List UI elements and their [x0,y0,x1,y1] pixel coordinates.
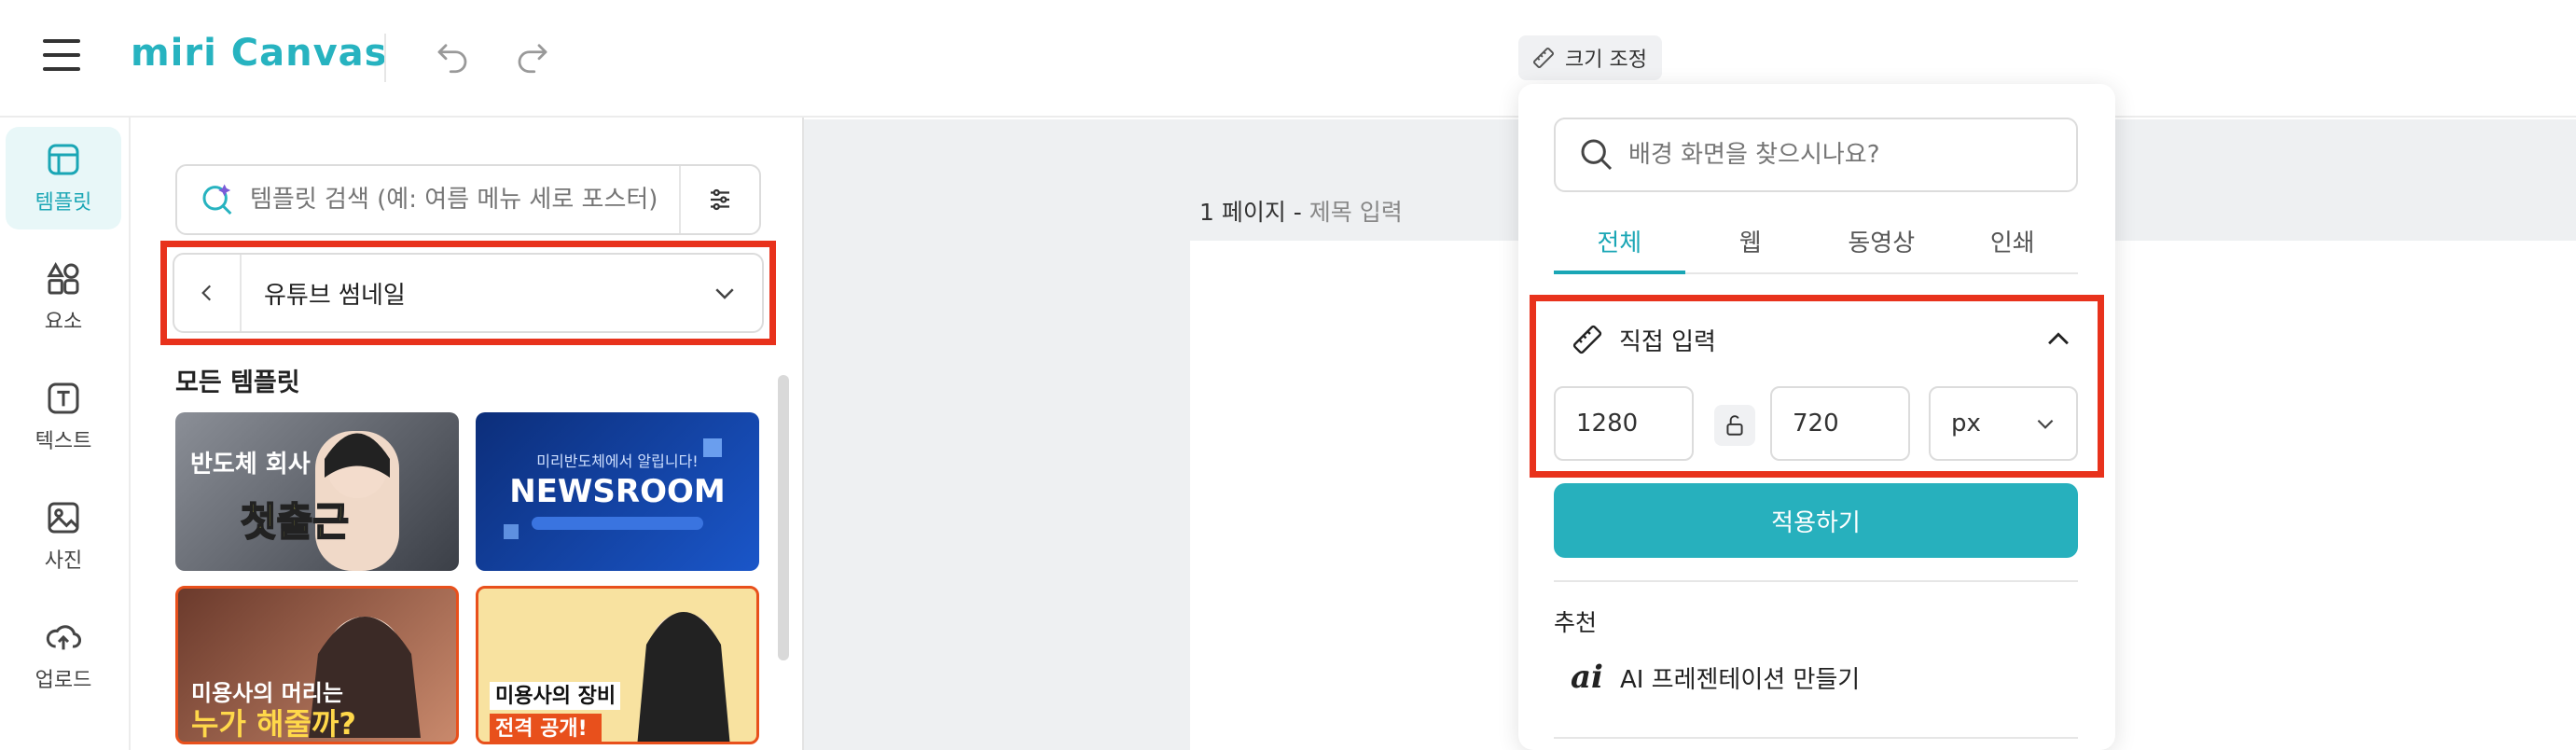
divider [1554,580,2078,582]
photo-icon [48,502,79,534]
background-search[interactable] [1554,118,2078,192]
thumbnail-art: 미용사의 머리는 누가 해줄까? [191,617,421,742]
ruler-icon [1532,47,1555,69]
template-icon [48,144,79,175]
tab-all[interactable]: 전체 [1554,220,1685,274]
divider [384,34,386,82]
template-search-input[interactable] [250,186,660,214]
height-input[interactable]: 720 [1770,386,1910,461]
text-icon [48,382,79,414]
back-button[interactable] [174,255,242,331]
ai-presentation-label: AI 프레젠테이션 만들기 [1619,665,1861,694]
divider [1554,737,2078,739]
thumbnail-text: 미용사의 머리는 [191,680,343,706]
aspect-lock-button[interactable] [1714,405,1755,446]
top-bar: miri Canvas 크기 조정 [0,0,2576,118]
chevron-left-icon [201,285,212,301]
thumbnail-art: 미용사의 장비 전격 공개! [490,612,730,742]
filter-button[interactable] [679,166,759,233]
ruler-icon [1572,325,1602,354]
redo-icon[interactable] [513,37,552,76]
rail-item-text[interactable]: 텍스트 [6,366,121,468]
apply-button[interactable]: 적용하기 [1554,483,2078,558]
hamburger-menu-icon[interactable] [43,39,80,73]
rail-label: 템플릿 [35,191,92,215]
direct-input-header[interactable]: 직접 입력 [1571,313,2074,366]
recommended-title: 추천 [1554,609,1598,636]
search-icon [1581,139,1613,171]
template-thumbnail[interactable]: 미용사의 머리는 누가 해줄까? [175,586,459,744]
tab-print[interactable]: 인쇄 [1947,220,2079,272]
rail-label: 사진 [44,549,83,573]
page-title-input[interactable]: 제목 입력 [1309,199,1403,226]
thumbnail-text: 누가 해줄까? [191,706,356,742]
ai-icon: ai [1571,659,1603,696]
unit-select[interactable]: px [1929,386,2078,461]
filter-icon [711,188,729,211]
template-thumbnail[interactable]: 미용사의 장비 전격 공개! [476,586,759,744]
thumbnail-text: NEWSROOM [509,473,726,510]
category-select[interactable]: 유튜브 썸네일 [173,253,764,333]
app-logo[interactable]: miri Canvas [131,32,387,75]
category-label: 유튜브 썸네일 [264,281,406,310]
chevron-down-icon [687,279,762,307]
panel-scrollbar[interactable] [778,375,789,660]
thumbnail-text: 미리반도체에서 알립니다! [536,452,698,470]
thumbnail-text: 전격 공개! [495,717,588,741]
unit-value: px [1951,410,1981,438]
left-rail: 템플릿 요소 텍스트 사진 업로드 [0,118,131,750]
direct-input-label: 직접 입력 [1619,327,1716,356]
thumbnail-text: 첫출근 [241,499,349,545]
background-search-input[interactable] [1628,141,2057,169]
upload-icon [46,625,81,650]
page-number: 1 페이지 - [1199,199,1309,226]
rail-item-upload[interactable]: 업로드 [6,604,121,707]
resize-label: 크기 조정 [1565,49,1647,72]
ai-search-icon [202,184,232,215]
undo-icon[interactable] [433,37,472,76]
unlock-icon [1726,415,1743,436]
section-title: 모든 템플릿 [175,368,300,397]
resize-popup: 전체 웹 동영상 인쇄 직접 입력 1280 720 px 적용하기 추천 ai… [1518,84,2115,750]
chevron-down-icon [2037,419,2054,429]
thumbnail-text: 미용사의 장비 [495,685,616,708]
rail-label: 텍스트 [35,430,92,453]
category-highlight: 유튜브 썸네일 [160,241,776,345]
rail-label: 요소 [44,311,83,334]
template-thumbnail[interactable]: 반도체 회사 첫출근 [175,412,459,571]
template-panel: 유튜브 썸네일 모든 템플릿 반도체 회사 첫출근 미리반도체에서 알립니다! … [132,118,804,750]
tab-web[interactable]: 웹 [1685,220,1817,272]
tab-video[interactable]: 동영상 [1816,220,1947,272]
thumbnail-text: 반도체 회사 [190,451,311,479]
size-tabs: 전체 웹 동영상 인쇄 [1554,220,2078,274]
rail-item-elements[interactable]: 요소 [6,246,121,349]
template-thumbnail[interactable]: 미리반도체에서 알립니다! NEWSROOM [476,412,759,571]
rail-item-template[interactable]: 템플릿 [6,127,121,229]
width-input[interactable]: 1280 [1554,386,1694,461]
rail-item-photo[interactable]: 사진 [6,485,121,588]
rail-label: 업로드 [35,669,92,692]
page-label[interactable]: 1 페이지 - 제목 입력 [1199,194,1403,228]
thumbnail-art: 미리반도체에서 알립니다! NEWSROOM [504,438,726,539]
resize-button[interactable]: 크기 조정 [1518,35,1662,80]
ai-presentation-item[interactable]: ai AI 프레젠테이션 만들기 [1571,651,1860,703]
thumbnail-art: 반도체 회사 첫출근 [190,431,399,571]
chevron-up-icon[interactable] [2043,324,2074,355]
template-search[interactable] [175,164,761,235]
elements-icon [47,261,79,295]
